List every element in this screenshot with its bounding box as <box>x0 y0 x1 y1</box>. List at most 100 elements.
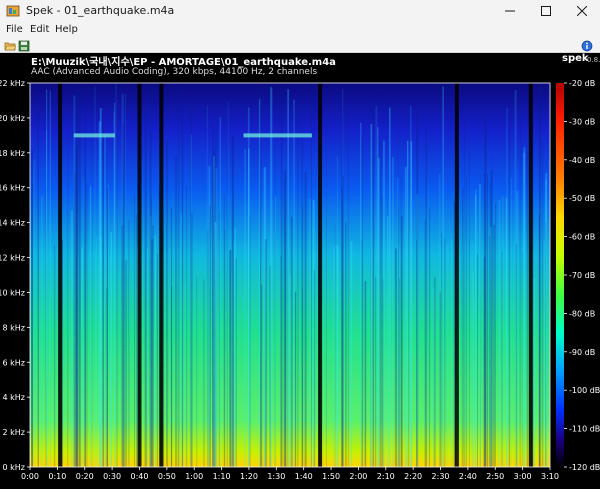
y-tick-label: 16 kHz <box>0 184 25 193</box>
spectral-stripe <box>290 216 293 467</box>
spectral-stripe <box>110 232 112 467</box>
spectral-stripe <box>483 172 486 467</box>
spectral-stripe <box>408 169 410 467</box>
spectral-stripe <box>115 83 117 467</box>
spectral-stripe <box>487 173 488 468</box>
title-bar: Spek - 01_earthquake.m4a <box>0 0 600 22</box>
spectral-stripe <box>104 134 106 468</box>
spectral-stripe <box>364 281 367 467</box>
spectral-stripe <box>389 107 391 467</box>
x-tick-label: 2:10 <box>377 472 395 481</box>
spectral-stripe <box>215 168 218 468</box>
spectral-stripe <box>301 205 304 467</box>
spectral-stripe <box>325 122 327 467</box>
spectral-stripe <box>472 270 474 467</box>
frequency-axis: 22 kHz 20 kHz 18 kHz 16 kHz 14 kHz 12 kHz 10 k… <box>0 79 30 472</box>
spectral-stripe <box>116 114 118 468</box>
y-tick-label: 8 kHz <box>3 323 25 332</box>
y-tick-label: 20 kHz <box>0 114 25 123</box>
spectral-stripe <box>394 248 397 467</box>
spectral-stripe <box>70 210 73 467</box>
spectral-stripe <box>78 111 81 467</box>
spectral-stripe <box>75 147 78 467</box>
spectral-stripe <box>440 232 443 467</box>
spectral-stripe <box>336 244 339 467</box>
spectral-stripe <box>102 117 104 467</box>
spectral-stripe <box>226 114 228 468</box>
save-icon[interactable] <box>18 40 30 52</box>
folder-open-icon[interactable] <box>4 40 16 52</box>
spectral-stripe <box>212 124 214 468</box>
spectral-stripe <box>73 95 76 468</box>
file-path: E:\Muuzik\국내\지수\EP - AMORTAGE\01_earthqu… <box>31 57 336 68</box>
spectral-stripe <box>235 258 237 467</box>
x-tick-label: 2:50 <box>486 472 504 481</box>
spectral-stripe <box>274 160 276 467</box>
x-tick-label: 1:20 <box>240 472 258 481</box>
spectral-stripe <box>381 197 383 468</box>
y-tick-label: 14 kHz <box>0 219 25 228</box>
spectral-stripe <box>125 94 126 467</box>
spectral-stripe <box>429 208 431 468</box>
spectral-stripe <box>475 194 476 467</box>
spectral-stripe <box>163 213 165 467</box>
spectral-stripe <box>520 101 522 468</box>
spectral-stripe <box>398 207 400 467</box>
spectral-stripe <box>289 274 291 467</box>
spectral-stripe <box>113 111 115 467</box>
y-tick-label: 4 kHz <box>3 393 25 402</box>
spectral-stripe <box>180 213 183 467</box>
spectral-stripe <box>40 196 43 467</box>
spectral-stripe <box>446 244 449 467</box>
spectral-stripe <box>477 253 478 467</box>
spectral-stripe <box>244 149 246 467</box>
spectral-stripe <box>107 187 108 468</box>
db-color-scale <box>556 83 564 467</box>
x-tick-label: 0:50 <box>158 472 176 481</box>
spectral-stripe <box>134 194 135 467</box>
menu-help[interactable]: Help <box>55 24 78 35</box>
x-tick-label: 1:00 <box>185 472 203 481</box>
minimize-button[interactable] <box>492 0 528 22</box>
spectral-stripe <box>468 142 470 467</box>
spectral-stripe <box>154 235 156 467</box>
spectral-stripe <box>427 183 429 468</box>
spectral-stripe <box>450 239 453 467</box>
spectral-stripe <box>495 203 496 467</box>
spectral-stripe <box>263 167 266 467</box>
silent-gap <box>454 83 459 467</box>
spectral-stripe <box>144 108 147 467</box>
close-button[interactable] <box>564 0 600 22</box>
db-tick-label: -120 dB <box>569 463 600 472</box>
spectral-stripe <box>175 155 177 467</box>
spectral-stripe <box>466 178 467 467</box>
y-tick-label: 18 kHz <box>0 149 25 158</box>
spectral-stripe <box>171 285 173 467</box>
spectral-stripe <box>425 127 428 467</box>
spectral-stripe <box>287 89 289 467</box>
tone-band-segment <box>73 133 115 138</box>
brand-name: spek <box>562 53 589 64</box>
menu-file[interactable]: File <box>6 24 23 35</box>
spectral-stripe <box>416 239 417 467</box>
spectral-stripe <box>94 86 96 467</box>
spectral-stripe <box>400 175 402 467</box>
toolbar <box>0 39 600 53</box>
info-icon[interactable] <box>581 40 593 52</box>
spectral-stripe <box>248 148 250 467</box>
spectral-stripe <box>91 123 93 467</box>
spectral-stripe <box>297 90 299 468</box>
silent-gap <box>159 83 164 467</box>
spectral-stripe <box>379 142 382 468</box>
spectral-stripe <box>526 151 529 467</box>
y-tick-label: 12 kHz <box>0 254 25 263</box>
spectral-stripe <box>543 240 546 467</box>
menu-edit[interactable]: Edit <box>30 24 49 35</box>
spectral-stripe <box>89 186 92 467</box>
app-icon <box>6 5 20 17</box>
spectral-stripe <box>54 245 56 467</box>
spectral-stripe <box>480 174 481 467</box>
spectral-stripe <box>516 191 519 467</box>
spectral-stripe <box>31 184 34 468</box>
maximize-button[interactable] <box>528 0 564 22</box>
